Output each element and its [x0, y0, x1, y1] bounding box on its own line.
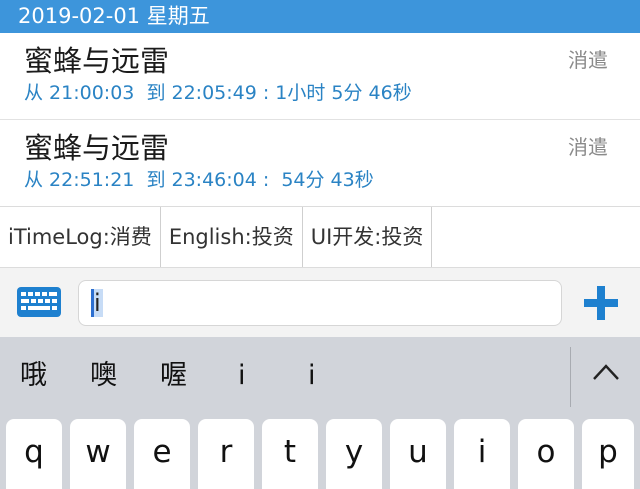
candidate-item[interactable]: 噢 — [90, 357, 117, 395]
candidate-divider — [570, 347, 571, 407]
key-p[interactable]: p — [582, 419, 634, 489]
entry-time-range: 从 22:51:21 到 23:46:04 : 54分 43秒 — [24, 169, 374, 191]
input-value: i — [91, 289, 103, 317]
entry-title: 蜜蜂与远雷 — [24, 131, 170, 165]
key-r[interactable]: r — [198, 419, 254, 489]
date-header: 2019-02-01 星期五 — [0, 0, 640, 33]
tag-itimelog[interactable]: iTimeLog:消费 — [0, 207, 161, 267]
key-e[interactable]: e — [134, 419, 190, 489]
candidate-item[interactable]: 哦 — [20, 357, 47, 395]
key-i[interactable]: i — [454, 419, 510, 489]
key-q[interactable]: q — [6, 419, 62, 489]
tag-english[interactable]: English:投资 — [161, 207, 303, 267]
key-u[interactable]: u — [390, 419, 446, 489]
keyboard-icon[interactable] — [16, 286, 62, 318]
chevron-up-icon[interactable] — [592, 363, 620, 381]
entry-category: 消遣 — [568, 135, 608, 159]
key-t[interactable]: t — [262, 419, 318, 489]
entry-category: 消遣 — [568, 48, 608, 72]
entry-title: 蜜蜂与远雷 — [24, 44, 170, 78]
log-entry[interactable]: 蜜蜂与远雷 消遣 从 22:51:21 到 23:46:04 : 54分 43秒 — [0, 119, 640, 205]
add-icon[interactable] — [582, 284, 620, 322]
system-keyboard: 哦 噢 喔 i i q w e r t y u i o p — [0, 337, 640, 489]
input-bar: i — [0, 268, 640, 337]
entry-time-range: 从 21:00:03 到 22:05:49 : 1小时 5分 46秒 — [24, 82, 412, 104]
log-entry[interactable]: 蜜蜂与远雷 消遣 从 21:00:03 到 22:05:49 : 1小时 5分 … — [0, 33, 640, 119]
key-y[interactable]: y — [326, 419, 382, 489]
key-w[interactable]: w — [70, 419, 126, 489]
activity-input[interactable]: i — [78, 280, 562, 326]
candidate-item[interactable]: i — [238, 357, 246, 395]
quick-tags-bar: iTimeLog:消费 English:投资 UI开发:投资 — [0, 206, 640, 268]
candidate-item[interactable]: i — [308, 357, 316, 395]
candidate-bar: 哦 噢 喔 i i — [0, 337, 640, 417]
key-o[interactable]: o — [518, 419, 574, 489]
candidate-item[interactable]: 喔 — [160, 357, 187, 395]
tag-ui-dev[interactable]: UI开发:投资 — [303, 207, 433, 267]
